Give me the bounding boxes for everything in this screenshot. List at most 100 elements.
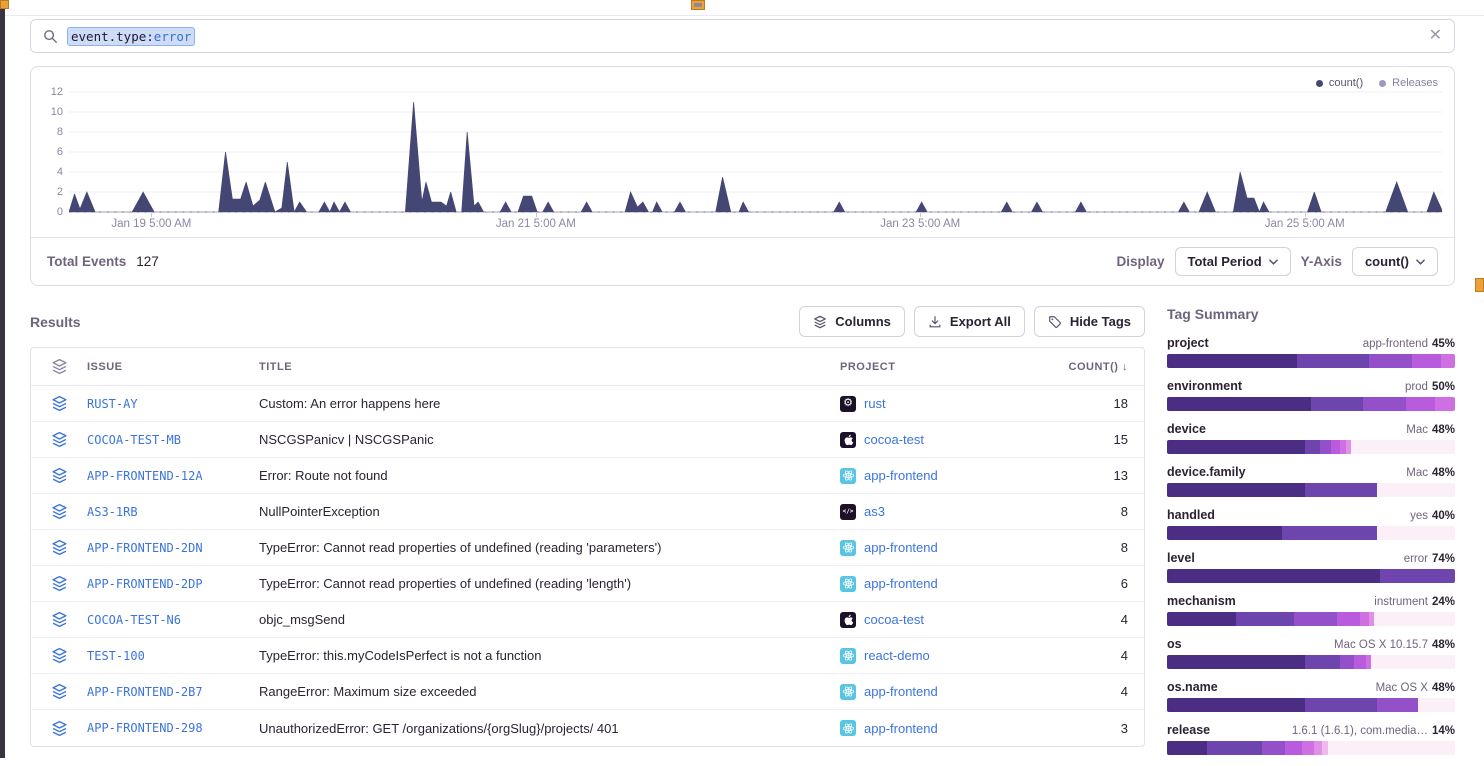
- tag-bar-segment[interactable]: [1294, 612, 1337, 626]
- tag-bar-segment[interactable]: [1406, 397, 1435, 411]
- tag-bar-segment[interactable]: [1167, 354, 1297, 368]
- issue-link[interactable]: COCOA-TEST-MB: [87, 433, 259, 447]
- tag-bar-segment[interactable]: [1314, 741, 1323, 755]
- table-row[interactable]: COCOA-TEST-MBNSCGSPanicv | NSCGSPaniccoc…: [31, 422, 1144, 458]
- tag-bar-segment[interactable]: [1369, 354, 1412, 368]
- tag-bar-segment[interactable]: [1377, 698, 1417, 712]
- tag-distribution-bar[interactable]: [1167, 612, 1455, 626]
- column-header-project[interactable]: PROJECT: [840, 361, 1052, 373]
- tag-bar-segment[interactable]: [1297, 354, 1369, 368]
- table-row[interactable]: APP-FRONTEND-12AError: Route not foundap…: [31, 458, 1144, 494]
- issue-link[interactable]: APP-FRONTEND-2DN: [87, 541, 259, 555]
- table-row[interactable]: APP-FRONTEND-298UnauthorizedError: GET /…: [31, 710, 1144, 746]
- project-link[interactable]: app-frontend: [864, 468, 938, 483]
- column-header-count[interactable]: COUNT() ↓: [1052, 361, 1144, 373]
- tag-distribution-bar[interactable]: [1167, 655, 1455, 669]
- tag-bar-segment[interactable]: [1167, 569, 1380, 583]
- issue-link[interactable]: RUST-AY: [87, 397, 259, 411]
- tag-bar-segment[interactable]: [1331, 440, 1340, 454]
- tag-bar-segment[interactable]: [1167, 741, 1207, 755]
- tag-distribution-bar[interactable]: [1167, 526, 1455, 540]
- selection-handle-top-center[interactable]: [691, 0, 705, 10]
- project-link[interactable]: rust: [864, 396, 886, 411]
- tag-distribution-bar[interactable]: [1167, 698, 1455, 712]
- table-row[interactable]: APP-FRONTEND-2DPTypeError: Cannot read p…: [31, 566, 1144, 602]
- tag-bar-segment[interactable]: [1305, 698, 1377, 712]
- hide-tags-button[interactable]: Hide Tags: [1034, 306, 1145, 337]
- issue-link[interactable]: APP-FRONTEND-2B7: [87, 685, 259, 699]
- export-all-button[interactable]: Export All: [914, 306, 1025, 337]
- tag-bar-segment[interactable]: [1320, 440, 1332, 454]
- tag-bar-segment[interactable]: [1282, 526, 1377, 540]
- tag-bar-segment[interactable]: [1236, 612, 1294, 626]
- issue-link[interactable]: APP-FRONTEND-12A: [87, 469, 259, 483]
- tag-bar-segment[interactable]: [1363, 397, 1406, 411]
- project-link[interactable]: app-frontend: [864, 684, 938, 699]
- tag-bar-segment[interactable]: [1167, 698, 1305, 712]
- tag-bar-segment[interactable]: [1167, 397, 1311, 411]
- tag-bar-segment[interactable]: [1236, 741, 1262, 755]
- tag-bar-segment[interactable]: [1418, 698, 1455, 712]
- tag-bar-segment[interactable]: [1412, 354, 1441, 368]
- tag-bar-segment[interactable]: [1435, 397, 1455, 411]
- tag-bar-segment[interactable]: [1340, 655, 1354, 669]
- issue-link[interactable]: COCOA-TEST-N6: [87, 613, 259, 627]
- tag-bar-segment[interactable]: [1285, 741, 1302, 755]
- tag-bar-segment[interactable]: [1377, 526, 1455, 540]
- tag-bar-segment[interactable]: [1328, 741, 1455, 755]
- tag-bar-segment[interactable]: [1441, 354, 1455, 368]
- yaxis-dropdown[interactable]: count(): [1352, 247, 1438, 276]
- tag-bar-segment[interactable]: [1351, 440, 1455, 454]
- search-filter-token[interactable]: event.type:error: [67, 27, 195, 46]
- tag-distribution-bar[interactable]: [1167, 354, 1455, 368]
- project-link[interactable]: app-frontend: [864, 721, 938, 736]
- tag-bar-segment[interactable]: [1167, 655, 1305, 669]
- issue-link[interactable]: AS3-1RB: [87, 505, 259, 519]
- tag-distribution-bar[interactable]: [1167, 483, 1455, 497]
- tag-bar-segment[interactable]: [1360, 612, 1369, 626]
- table-row[interactable]: RUST-AYCustom: An error happens here⚙rus…: [31, 386, 1144, 422]
- legend-item-releases[interactable]: Releases: [1379, 77, 1438, 89]
- project-link[interactable]: as3: [864, 504, 885, 519]
- column-header-issue[interactable]: ISSUE: [87, 361, 259, 373]
- tag-bar-segment[interactable]: [1380, 569, 1455, 583]
- issue-link[interactable]: APP-FRONTEND-298: [87, 721, 259, 735]
- search-bar[interactable]: event.type:error ✕: [30, 19, 1455, 53]
- project-link[interactable]: cocoa-test: [864, 612, 924, 627]
- tag-bar-segment[interactable]: [1305, 655, 1340, 669]
- tag-bar-segment[interactable]: [1337, 612, 1360, 626]
- legend-item-count[interactable]: count(): [1316, 77, 1363, 89]
- clear-search-icon[interactable]: ✕: [1429, 28, 1442, 44]
- tag-bar-segment[interactable]: [1262, 741, 1285, 755]
- selection-handle-top-left[interactable]: [0, 0, 9, 9]
- table-row[interactable]: APP-FRONTEND-2DNTypeError: Cannot read p…: [31, 530, 1144, 566]
- tag-bar-segment[interactable]: [1377, 483, 1455, 497]
- tag-bar-segment[interactable]: [1302, 741, 1314, 755]
- columns-button[interactable]: Columns: [799, 306, 905, 337]
- table-row[interactable]: APP-FRONTEND-2B7RangeError: Maximum size…: [31, 674, 1144, 710]
- tag-bar-segment[interactable]: [1374, 612, 1455, 626]
- table-row[interactable]: TEST-100TypeError: this.myCodeIsPerfect …: [31, 638, 1144, 674]
- selection-handle-right[interactable]: [1475, 278, 1484, 292]
- project-link[interactable]: react-demo: [864, 648, 930, 663]
- project-link[interactable]: app-frontend: [864, 576, 938, 591]
- tag-bar-segment[interactable]: [1167, 612, 1236, 626]
- tag-bar-segment[interactable]: [1305, 440, 1319, 454]
- issue-link[interactable]: APP-FRONTEND-2DP: [87, 577, 259, 591]
- tag-bar-segment[interactable]: [1354, 655, 1366, 669]
- column-header-title[interactable]: TITLE: [259, 361, 840, 373]
- tag-distribution-bar[interactable]: [1167, 440, 1455, 454]
- project-link[interactable]: cocoa-test: [864, 432, 924, 447]
- tag-bar-segment[interactable]: [1167, 440, 1305, 454]
- tag-distribution-bar[interactable]: [1167, 741, 1455, 755]
- tag-distribution-bar[interactable]: [1167, 397, 1455, 411]
- search-input[interactable]: event.type:error: [67, 27, 1420, 46]
- tag-distribution-bar[interactable]: [1167, 569, 1455, 583]
- tag-bar-segment[interactable]: [1207, 741, 1236, 755]
- tag-bar-segment[interactable]: [1167, 483, 1305, 497]
- display-dropdown[interactable]: Total Period: [1175, 247, 1291, 276]
- area-chart[interactable]: Jan 19 5:00 AMJan 21 5:00 AMJan 23 5:00 …: [69, 91, 1442, 237]
- tag-bar-segment[interactable]: [1311, 397, 1363, 411]
- tag-bar-segment[interactable]: [1305, 483, 1377, 497]
- table-row[interactable]: COCOA-TEST-N6objc_msgSendcocoa-test4: [31, 602, 1144, 638]
